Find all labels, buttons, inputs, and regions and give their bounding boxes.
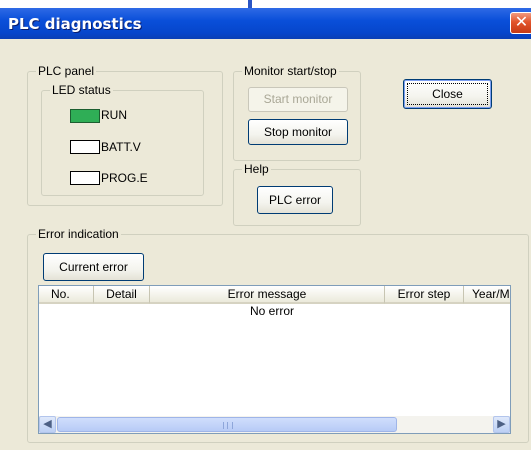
- current-error-button[interactable]: Current error: [43, 253, 144, 281]
- run-led-label: RUN: [101, 108, 127, 122]
- plc-error-button[interactable]: PLC error: [257, 186, 333, 214]
- stop-monitor-label: Stop monitor: [263, 125, 333, 139]
- start-monitor-button[interactable]: Start monitor: [248, 87, 348, 112]
- error-list-header: No. Detail Error message Error step Year…: [39, 286, 510, 304]
- column-header-no[interactable]: No.: [39, 286, 94, 304]
- plc-error-label: PLC error: [268, 193, 321, 207]
- stop-monitor-button[interactable]: Stop monitor: [248, 119, 348, 145]
- led-status-legend: LED status: [50, 83, 113, 97]
- close-button[interactable]: Close: [403, 79, 492, 109]
- column-header-error-message[interactable]: Error message: [150, 286, 385, 304]
- error-list-view[interactable]: No. Detail Error message Error step Year…: [38, 285, 511, 434]
- led-status-group: LED status RUN BATT.V PROG.E: [41, 83, 204, 196]
- plc-diagnostics-dialog: PLC diagnostics ✕ PLC panel LED status R…: [0, 8, 531, 450]
- column-header-detail[interactable]: Detail: [94, 286, 150, 304]
- current-error-label: Current error: [59, 260, 128, 274]
- scroll-grip-icon: [223, 422, 233, 429]
- help-group: Help PLC error: [233, 162, 361, 226]
- focus-rectangle: [407, 83, 488, 105]
- column-header-error-step[interactable]: Error step: [385, 286, 464, 304]
- prog-e-led-indicator: [70, 171, 100, 185]
- start-monitor-label: Start monitor: [263, 92, 333, 106]
- run-led-indicator: [70, 109, 100, 123]
- scroll-left-arrow-icon[interactable]: ◀: [39, 416, 56, 433]
- scroll-right-arrow-icon[interactable]: ▶: [493, 416, 510, 433]
- close-window-icon[interactable]: ✕: [510, 12, 531, 34]
- batt-v-led-label: BATT.V: [101, 140, 141, 154]
- batt-v-led-indicator: [70, 140, 100, 154]
- monitor-legend: Monitor start/stop: [242, 64, 339, 78]
- monitor-group: Monitor start/stop Start monitor Stop mo…: [233, 64, 361, 161]
- plc-panel-group: PLC panel LED status RUN BATT.V PROG.E: [27, 64, 223, 206]
- prog-e-led-label: PROG.E: [101, 171, 148, 185]
- scrollbar-thumb[interactable]: [57, 417, 397, 432]
- error-indication-legend: Error indication: [36, 227, 121, 241]
- title-bar[interactable]: PLC diagnostics: [0, 8, 531, 39]
- window-title: PLC diagnostics: [8, 15, 142, 33]
- error-message-cell[interactable]: No error: [250, 304, 294, 318]
- column-header-year-month[interactable]: Year/M: [464, 286, 510, 304]
- plc-panel-legend: PLC panel: [36, 64, 97, 78]
- help-legend: Help: [242, 162, 271, 176]
- horizontal-scrollbar[interactable]: ◀ ▶: [39, 416, 510, 433]
